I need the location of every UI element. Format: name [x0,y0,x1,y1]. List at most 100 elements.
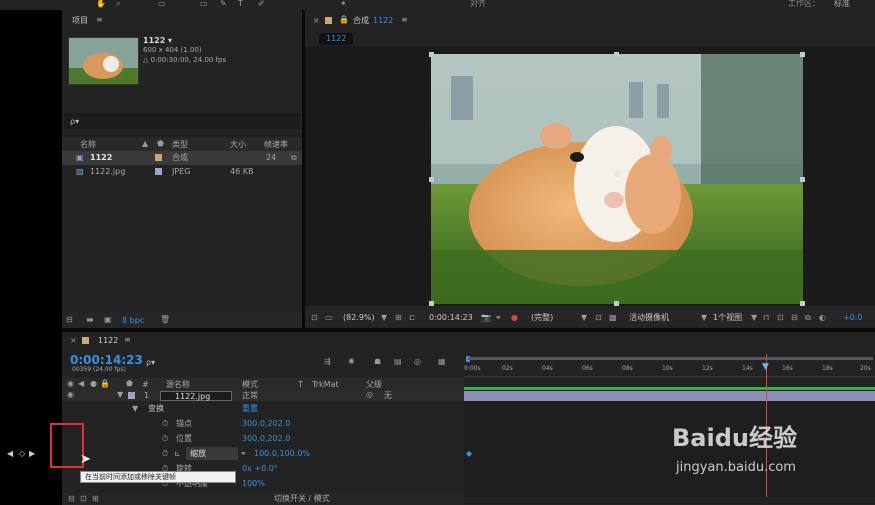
comp-mini-flowchart-icon[interactable]: ⇶ [324,358,331,366]
transform-handle[interactable] [800,52,805,57]
lock-icon[interactable]: 🔒 [339,16,349,24]
col-name[interactable]: 名称 [80,141,96,149]
motion-blur-icon[interactable]: ◎ [414,358,421,366]
monitor-icon[interactable]: ▭ [325,314,333,322]
timeline-tab-name[interactable]: 1122 [98,337,118,345]
shy-layers-icon[interactable]: ☗ [374,358,381,366]
snapshot-icon[interactable]: 📷 [481,314,491,322]
brush-tool-icon[interactable]: ✐ [258,0,265,8]
graph-editor-icon[interactable]: ▦ [438,358,446,366]
transfer-controls-icon[interactable]: ⊡ [80,495,87,503]
layer-name-field[interactable]: 1122.jpg [160,391,232,401]
sort-up-icon[interactable]: ▲ [142,140,148,148]
type-tool-icon[interactable]: T [238,0,243,8]
close-icon[interactable]: × [313,17,320,25]
stopwatch-icon[interactable]: ⏱ [162,435,168,443]
trash-icon[interactable]: 🗑 [160,316,170,324]
flowchart-icon[interactable]: ⧉ [291,154,297,162]
constrain-proportions-icon[interactable]: ⚭ [240,450,247,458]
eye-icon[interactable]: ◉ [67,380,74,388]
chevron-down-icon[interactable]: ▼ [701,314,707,322]
transparency-grid-icon[interactable]: ▩ [609,314,617,322]
comp-tab-prefix[interactable]: 合成 [353,17,369,25]
lock-icon[interactable]: 🔒 [100,380,110,388]
workspace-value[interactable]: 标准 [834,0,850,8]
project-row[interactable]: ▣ 1122 合成 24 ⧉ [62,151,302,165]
pick-whip-icon[interactable]: ◎ [366,391,373,399]
camera-tool-icon[interactable]: ▭ [158,0,166,8]
current-time-display[interactable]: 0:00:14:23 [70,353,143,367]
chevron-down-icon[interactable]: ▼ [581,314,587,322]
col-trkmat[interactable]: TrkMat [312,381,339,389]
time-ruler[interactable]: 0:00s 02s 04s 06s 08s 10s 12s 14s 16s 18… [464,354,875,387]
item-name[interactable]: 1122 ▾ [143,37,172,45]
label-color-swatch[interactable] [155,168,162,175]
mask-icon[interactable]: ⊏ [409,314,416,322]
layer-mode[interactable]: 正常 [242,392,258,400]
chevron-down-icon[interactable]: ▼ [751,314,757,322]
transform-handle[interactable] [429,177,434,182]
hand-tool-icon[interactable]: ✋ [96,0,106,8]
viewer-timecode[interactable]: 0:00:14:23 [429,314,473,322]
expand-triangle-icon[interactable]: ▼ [117,391,123,399]
camera-dropdown[interactable]: 活动摄像机 [629,314,669,322]
graph-icon[interactable]: ⊾ [174,450,181,458]
grid-icon[interactable]: ⊞ [395,314,402,322]
expand-triangle-icon[interactable]: ▼ [132,405,138,413]
col-mode[interactable]: 模式 [242,381,258,389]
timeline-search[interactable]: ρ▾ [146,359,155,367]
always-preview-icon[interactable]: ⊡ [311,314,318,322]
prop-value[interactable]: 100.0,100.0% [254,450,310,458]
layer-row[interactable]: ◉ ▼ 1 1122.jpg 正常 ◎ 无 [62,391,464,401]
comp-viewer[interactable]: ⊕ [305,46,875,306]
bpc-label[interactable]: 8 bpc [122,317,144,325]
resolution-dropdown[interactable]: (完整) [531,314,553,322]
col-parent[interactable]: 父级 [366,381,382,389]
interpret-footage-icon[interactable]: ⊟ [66,316,73,324]
col-t[interactable]: T [298,381,303,389]
comp-tab-name[interactable]: 1122 [373,17,393,25]
anchor-point-icon[interactable]: ⊕ [613,170,621,180]
close-icon[interactable]: × [70,337,77,345]
new-folder-icon[interactable]: ▬ [86,316,94,324]
work-area-bar[interactable] [468,357,873,360]
panel-menu-icon[interactable]: ≡ [124,336,131,344]
layer-parent[interactable]: 无 [384,392,392,400]
transform-handle[interactable] [800,301,805,306]
project-search-field[interactable]: ρ▾ [64,113,300,129]
prop-value[interactable]: 300.0,202.0 [242,435,290,443]
prop-value[interactable]: 100% [242,480,265,488]
keyframe-icon[interactable]: ◆ [466,450,472,458]
toggle-switches-modes[interactable]: 切换开关 / 模式 [274,495,330,503]
stopwatch-icon[interactable]: ⏱ [162,420,168,428]
reset-link[interactable]: 重置 [242,405,258,413]
label-color-swatch[interactable] [155,154,162,161]
add-keyframe-icon[interactable]: ◇ [19,450,25,458]
panel-menu-icon[interactable]: ≡ [96,16,103,24]
transform-handle[interactable] [429,52,434,57]
solo-icon[interactable]: ● [90,380,97,388]
col-fps[interactable]: 帧速率 [264,141,288,149]
playhead-icon[interactable]: ▼ [762,363,769,372]
views-dropdown[interactable]: 1个视图 [713,314,742,322]
comp-breadcrumb[interactable]: 1122 [319,33,353,45]
frame-blending-icon[interactable]: ▤ [394,358,402,366]
layer-switches-icon[interactable]: ⊟ [68,495,75,503]
in-out-icon[interactable]: ⊞ [92,495,99,503]
project-row[interactable]: ▨ 1122.jpg JPEG 46 KB [62,165,302,179]
chevron-down-icon[interactable]: ▼ [381,314,387,322]
flowchart-icon[interactable]: ⧉ [805,314,811,322]
prop-value[interactable]: 300.0,202.0 [242,420,290,428]
col-type[interactable]: 类型 [172,141,188,149]
transform-handle[interactable] [614,301,619,306]
draft-3d-icon[interactable]: ✺ [348,358,355,366]
transform-handle[interactable] [614,52,619,57]
zoom-tool-icon[interactable]: ⌕ [116,0,120,8]
exposure-value[interactable]: +0.0 [843,314,862,322]
prev-keyframe-icon[interactable]: ◀ [7,450,13,458]
region-of-interest-icon[interactable]: ⊡ [595,314,602,322]
panel-menu-icon[interactable]: ≡ [401,16,408,24]
audio-icon[interactable]: ◀ [78,380,84,388]
eye-icon[interactable]: ◉ [67,391,74,399]
rect-tool-icon[interactable]: ▭ [200,0,208,8]
